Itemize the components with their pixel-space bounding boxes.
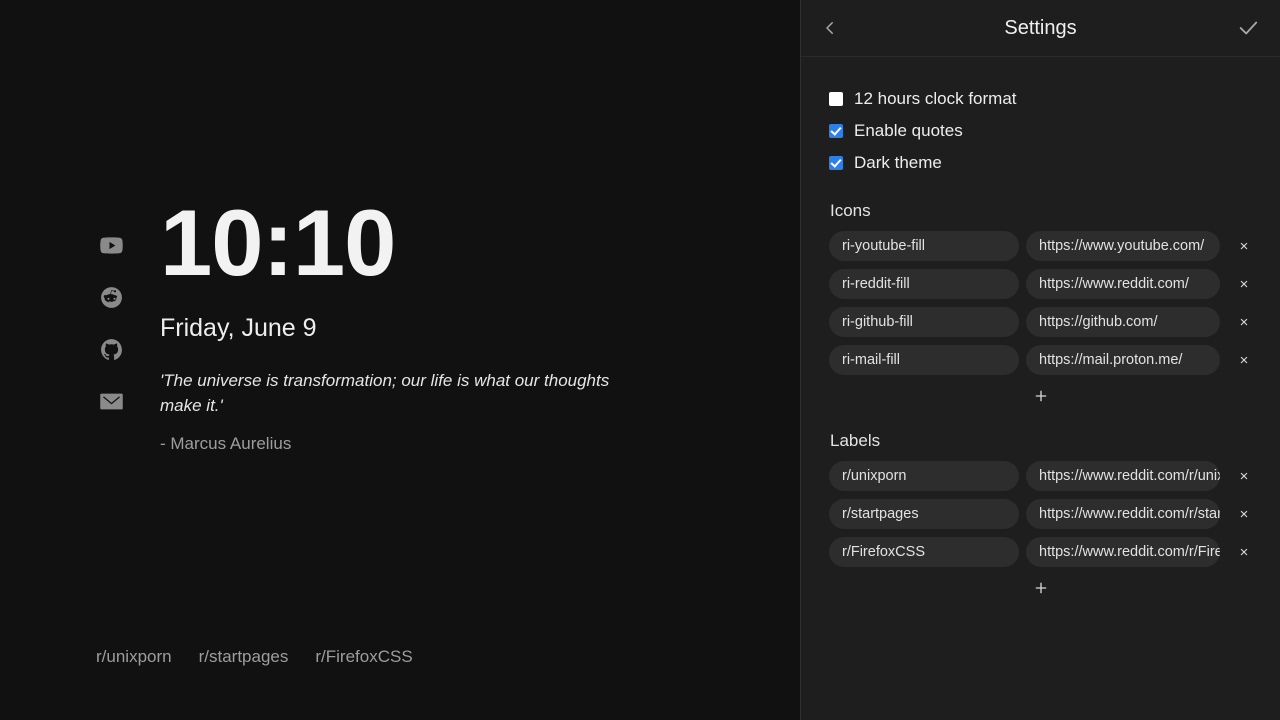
icons-section-title: Icons bbox=[830, 201, 871, 220]
icon-url-input[interactable]: https://mail.proton.me/ bbox=[1026, 345, 1220, 375]
github-icon[interactable] bbox=[98, 336, 125, 363]
remove-icon-button[interactable]: × bbox=[1233, 311, 1255, 333]
icon-url-input[interactable]: https://www.reddit.com/ bbox=[1026, 269, 1220, 299]
label-name-input[interactable]: r/unixporn bbox=[829, 461, 1019, 491]
chevron-left-icon[interactable] bbox=[810, 8, 850, 48]
remove-icon-button[interactable]: × bbox=[1233, 273, 1255, 295]
quote-text: 'The universe is transformation; our lif… bbox=[160, 371, 610, 415]
setting-label: Dark theme bbox=[854, 153, 942, 172]
icons-section: Icons ri-youtube-fill https://www.youtub… bbox=[829, 201, 1252, 409]
startpage-app: 10:10 Friday, June 9 'The universe is tr… bbox=[0, 0, 1280, 720]
label-row: r/FirefoxCSS https://www.reddit.com/r/Fi… bbox=[829, 537, 1252, 567]
labels-add-row bbox=[829, 575, 1252, 601]
page-title: Settings bbox=[1004, 16, 1077, 39]
clock-time: 10:10 bbox=[160, 190, 396, 295]
remove-label-button[interactable]: × bbox=[1233, 465, 1255, 487]
icon-name-input[interactable]: ri-mail-fill bbox=[829, 345, 1019, 375]
remove-label-button[interactable]: × bbox=[1233, 541, 1255, 563]
icon-url-input[interactable]: https://github.com/ bbox=[1026, 307, 1220, 337]
labels-section-title: Labels bbox=[830, 431, 881, 450]
setting-label: Enable quotes bbox=[854, 121, 963, 140]
remove-icon-button[interactable]: × bbox=[1233, 349, 1255, 371]
footer-link[interactable]: r/unixporn bbox=[96, 647, 172, 667]
checkbox-enable-quotes[interactable] bbox=[829, 124, 843, 138]
quote-block: 'The universe is transformation; our lif… bbox=[160, 369, 640, 454]
label-url-input[interactable]: https://www.reddit.com/r/unixporn/ bbox=[1026, 461, 1220, 491]
icon-name-input[interactable]: ri-youtube-fill bbox=[829, 231, 1019, 261]
startpage-panel: 10:10 Friday, June 9 'The universe is tr… bbox=[0, 0, 800, 720]
icon-row: ri-mail-fill https://mail.proton.me/ × bbox=[829, 345, 1252, 375]
label-url-input[interactable]: https://www.reddit.com/r/FirefoxCSS/ bbox=[1026, 537, 1220, 567]
setting-enable-quotes[interactable]: Enable quotes bbox=[829, 115, 1252, 147]
labels-section: Labels r/unixporn https://www.reddit.com… bbox=[829, 431, 1252, 601]
check-icon[interactable] bbox=[1228, 8, 1268, 48]
youtube-icon[interactable] bbox=[98, 232, 125, 259]
add-label-button[interactable] bbox=[1028, 575, 1054, 601]
label-name-input[interactable]: r/FirefoxCSS bbox=[829, 537, 1019, 567]
icon-name-input[interactable]: ri-github-fill bbox=[829, 307, 1019, 337]
add-icon-button[interactable] bbox=[1028, 383, 1054, 409]
icon-row: ri-youtube-fill https://www.youtube.com/… bbox=[829, 231, 1252, 261]
remove-icon-button[interactable]: × bbox=[1233, 235, 1255, 257]
icon-row: ri-github-fill https://github.com/ × bbox=[829, 307, 1252, 337]
footer-link[interactable]: r/startpages bbox=[199, 647, 289, 667]
checkbox-dark-theme[interactable] bbox=[829, 156, 843, 170]
settings-body: 12 hours clock format Enable quotes Dark… bbox=[801, 57, 1280, 720]
label-name-input[interactable]: r/startpages bbox=[829, 499, 1019, 529]
setting-dark-theme[interactable]: Dark theme bbox=[829, 147, 1252, 179]
social-links-column bbox=[98, 232, 125, 415]
icon-row: ri-reddit-fill https://www.reddit.com/ × bbox=[829, 269, 1252, 299]
settings-header: Settings bbox=[801, 0, 1280, 57]
icons-add-row bbox=[829, 383, 1252, 409]
clock-date: Friday, June 9 bbox=[160, 314, 317, 342]
icon-name-input[interactable]: ri-reddit-fill bbox=[829, 269, 1019, 299]
remove-label-button[interactable]: × bbox=[1233, 503, 1255, 525]
footer-links: r/unixporn r/startpages r/FirefoxCSS bbox=[96, 647, 413, 667]
footer-link[interactable]: r/FirefoxCSS bbox=[315, 647, 412, 667]
clock-block: 10:10 Friday, June 9 'The universe is tr… bbox=[160, 196, 680, 454]
setting-label: 12 hours clock format bbox=[854, 89, 1017, 108]
reddit-icon[interactable] bbox=[98, 284, 125, 311]
label-row: r/unixporn https://www.reddit.com/r/unix… bbox=[829, 461, 1252, 491]
settings-panel: Settings 12 hours clock format Enable qu… bbox=[800, 0, 1280, 720]
label-url-input[interactable]: https://www.reddit.com/r/startpages/ bbox=[1026, 499, 1220, 529]
checkbox-12-hour[interactable] bbox=[829, 92, 843, 106]
quote-author: - Marcus Aurelius bbox=[160, 434, 292, 454]
mail-icon[interactable] bbox=[98, 388, 125, 415]
setting-12-hours-clock-format[interactable]: 12 hours clock format bbox=[829, 83, 1252, 115]
icon-url-input[interactable]: https://www.youtube.com/ bbox=[1026, 231, 1220, 261]
label-row: r/startpages https://www.reddit.com/r/st… bbox=[829, 499, 1252, 529]
